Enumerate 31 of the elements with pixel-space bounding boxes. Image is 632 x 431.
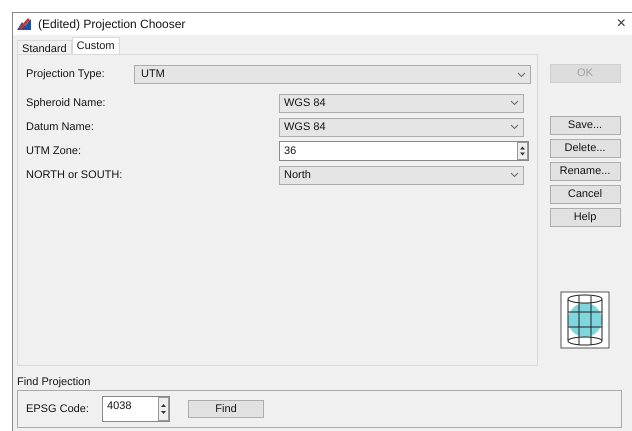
dialog-button[interactable]: Cancel [550,185,620,204]
field-label: UTM Zone: [26,144,82,159]
field-label: EPSG Code: [26,402,90,417]
dialog-button[interactable]: Rename... [550,162,620,181]
window-title: (Edited) Projection Chooser [38,16,186,33]
epsg-code-spinbox[interactable]: 4038 [102,396,170,422]
chevron-down-icon [510,124,519,130]
dialog-button[interactable]: Help [550,208,620,227]
field-label: Projection Type: [26,67,106,82]
dropdown[interactable]: WGS 84 [279,94,524,112]
find-button[interactable]: Find [188,400,264,418]
app-icon [16,17,32,31]
close-button[interactable]: × [616,16,626,32]
dialog-button[interactable]: Save... [550,116,620,135]
spin-box[interactable]: 36 [279,141,529,161]
tab[interactable]: Standard [17,40,72,54]
dropdown[interactable]: North [279,166,524,184]
chevron-down-icon [510,172,519,178]
group-title: Find Projection [17,375,92,388]
chevron-down-icon [517,72,526,78]
globe-cylinder-icon [560,291,610,349]
dialog-button[interactable]: Delete... [550,139,620,158]
dropdown[interactable]: WGS 84 [279,118,524,136]
projection-type-dropdown[interactable]: UTM [134,65,531,84]
tab[interactable]: Custom [72,37,120,55]
chevron-down-icon [510,100,519,106]
field-label: NORTH or SOUTH: [26,168,124,183]
spin-arrows-icon [158,397,169,421]
spin-arrows-icon [517,142,528,160]
field-label: Datum Name: [26,120,95,135]
field-label: Spheroid Name: [26,96,106,111]
